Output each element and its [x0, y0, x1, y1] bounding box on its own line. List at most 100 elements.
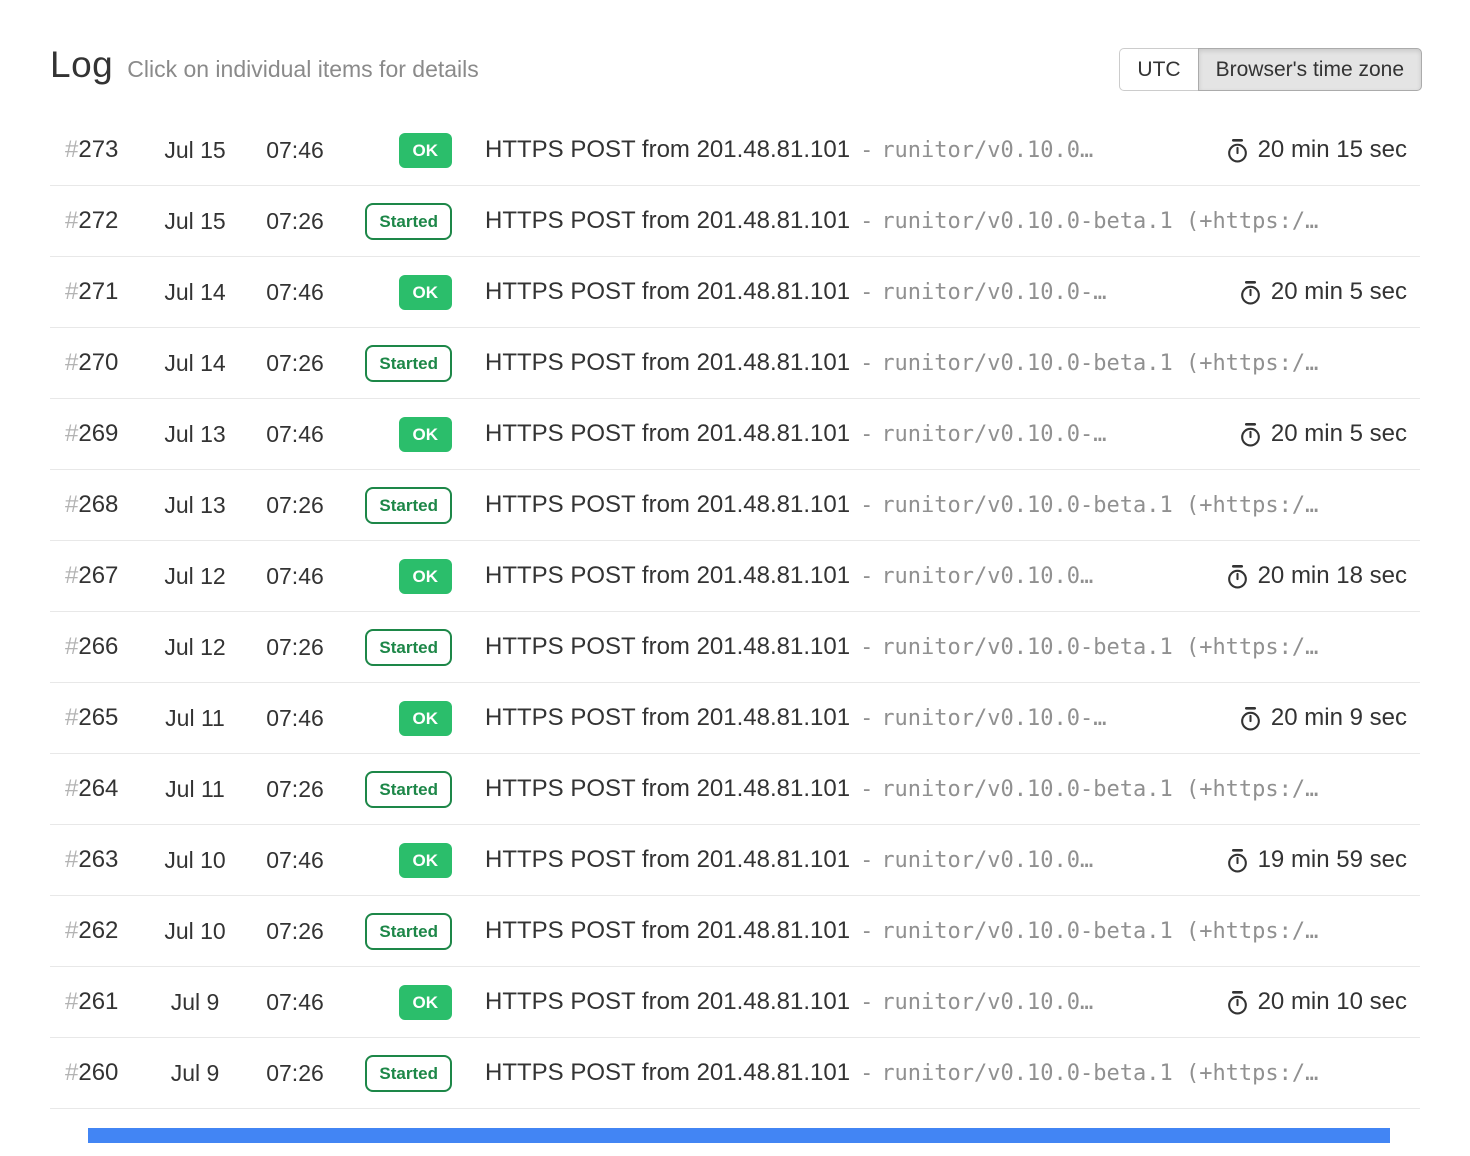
- user-agent-text: runitor/v0.10.0-beta.1 (+https:/…: [881, 777, 1318, 802]
- stopwatch-icon: [1225, 138, 1250, 163]
- request-summary: HTTPS POST from 201.48.81.101: [485, 562, 850, 589]
- log-row[interactable]: #271 Jul 14 07:46 OK HTTPS POST from 201…: [50, 257, 1420, 328]
- event-time: 07:46: [245, 279, 345, 306]
- hash-prefix: #: [65, 917, 78, 944]
- event-time: 07:46: [245, 989, 345, 1016]
- event-date: Jul 12: [145, 563, 245, 590]
- log-row[interactable]: #260 Jul 9 07:26 Started HTTPS POST from…: [50, 1038, 1420, 1109]
- user-agent-text: runitor/v0.10.0…: [881, 990, 1093, 1015]
- event-description: HTTPS POST from 201.48.81.101-runitor/v0…: [452, 420, 1228, 448]
- stopwatch-icon: [1225, 564, 1250, 589]
- request-summary: HTTPS POST from 201.48.81.101: [485, 1059, 850, 1086]
- log-row[interactable]: #261 Jul 9 07:46 OK HTTPS POST from 201.…: [50, 967, 1420, 1038]
- hash-prefix: #: [65, 775, 78, 802]
- log-row[interactable]: #266 Jul 12 07:26 Started HTTPS POST fro…: [50, 612, 1420, 683]
- event-duration: 20 min 15 sec: [1215, 136, 1420, 164]
- status-badge-cell: OK: [345, 559, 452, 594]
- separator-dash: -: [860, 422, 873, 447]
- duration-text: 20 min 9 sec: [1271, 704, 1407, 732]
- status-badge-cell: OK: [345, 843, 452, 878]
- status-badge: Started: [365, 629, 452, 666]
- event-date: Jul 15: [145, 137, 245, 164]
- request-summary: HTTPS POST from 201.48.81.101: [485, 136, 850, 163]
- hash-prefix: #: [65, 278, 78, 305]
- event-time: 07:26: [245, 1060, 345, 1087]
- separator-dash: -: [860, 351, 873, 376]
- separator-dash: -: [860, 848, 873, 873]
- separator-dash: -: [860, 564, 873, 589]
- request-summary: HTTPS POST from 201.48.81.101: [485, 917, 850, 944]
- log-row[interactable]: #273 Jul 15 07:46 OK HTTPS POST from 201…: [50, 115, 1420, 186]
- event-duration: 20 min 18 sec: [1215, 562, 1420, 590]
- duration-text: 20 min 5 sec: [1271, 420, 1407, 448]
- user-agent-text: runitor/v0.10.0…: [881, 138, 1093, 163]
- page-subtitle: Click on individual items for details: [127, 56, 479, 83]
- hash-prefix: #: [65, 988, 78, 1015]
- check-number: #260: [50, 1059, 145, 1087]
- request-summary: HTTPS POST from 201.48.81.101: [485, 775, 850, 802]
- status-badge: Started: [365, 203, 452, 240]
- status-badge: Started: [365, 487, 452, 524]
- separator-dash: -: [860, 138, 873, 163]
- status-badge-cell: Started: [345, 487, 452, 524]
- user-agent-text: runitor/v0.10.0-beta.1 (+https:/…: [881, 635, 1318, 660]
- check-number: #270: [50, 349, 145, 377]
- user-agent-text: runitor/v0.10.0-…: [881, 422, 1106, 447]
- check-number: #261: [50, 988, 145, 1016]
- request-summary: HTTPS POST from 201.48.81.101: [485, 633, 850, 660]
- event-date: Jul 14: [145, 279, 245, 306]
- event-time: 07:46: [245, 421, 345, 448]
- separator-dash: -: [860, 1061, 873, 1086]
- check-number-value: 268: [78, 491, 118, 518]
- bottom-blue-bar: [88, 1128, 1390, 1143]
- check-number: #273: [50, 136, 145, 164]
- event-date: Jul 9: [145, 989, 245, 1016]
- log-row[interactable]: #269 Jul 13 07:46 OK HTTPS POST from 201…: [50, 399, 1420, 470]
- event-description: HTTPS POST from 201.48.81.101-runitor/v0…: [452, 207, 1420, 235]
- title-block: Log Click on individual items for detail…: [50, 44, 479, 86]
- separator-dash: -: [860, 280, 873, 305]
- hash-prefix: #: [65, 704, 78, 731]
- status-badge: OK: [399, 559, 453, 594]
- browser-timezone-button[interactable]: Browser's time zone: [1198, 48, 1422, 91]
- check-number: #266: [50, 633, 145, 661]
- event-description: HTTPS POST from 201.48.81.101-runitor/v0…: [452, 136, 1215, 164]
- check-number-value: 260: [78, 1059, 118, 1086]
- utc-button[interactable]: UTC: [1119, 48, 1197, 91]
- duration-text: 20 min 18 sec: [1258, 562, 1407, 590]
- log-row[interactable]: #264 Jul 11 07:26 Started HTTPS POST fro…: [50, 754, 1420, 825]
- hash-prefix: #: [65, 349, 78, 376]
- stopwatch-icon: [1225, 848, 1250, 873]
- hash-prefix: #: [65, 491, 78, 518]
- check-number: #268: [50, 491, 145, 519]
- event-duration: 20 min 9 sec: [1228, 704, 1420, 732]
- log-row[interactable]: #268 Jul 13 07:26 Started HTTPS POST fro…: [50, 470, 1420, 541]
- status-badge-cell: OK: [345, 417, 452, 452]
- status-badge: OK: [399, 701, 453, 736]
- user-agent-text: runitor/v0.10.0-beta.1 (+https:/…: [881, 493, 1318, 518]
- event-duration: 20 min 10 sec: [1215, 988, 1420, 1016]
- event-time: 07:26: [245, 918, 345, 945]
- check-number-value: 265: [78, 704, 118, 731]
- check-number: #267: [50, 562, 145, 590]
- duration-text: 20 min 10 sec: [1258, 988, 1407, 1016]
- check-number: #272: [50, 207, 145, 235]
- duration-text: 19 min 59 sec: [1258, 846, 1407, 874]
- log-row[interactable]: #267 Jul 12 07:46 OK HTTPS POST from 201…: [50, 541, 1420, 612]
- log-row[interactable]: #262 Jul 10 07:26 Started HTTPS POST fro…: [50, 896, 1420, 967]
- event-date: Jul 13: [145, 492, 245, 519]
- event-time: 07:46: [245, 137, 345, 164]
- log-row[interactable]: #263 Jul 10 07:46 OK HTTPS POST from 201…: [50, 825, 1420, 896]
- status-badge-cell: OK: [345, 701, 452, 736]
- event-description: HTTPS POST from 201.48.81.101-runitor/v0…: [452, 562, 1215, 590]
- log-row[interactable]: #272 Jul 15 07:26 Started HTTPS POST fro…: [50, 186, 1420, 257]
- status-badge: Started: [365, 345, 452, 382]
- request-summary: HTTPS POST from 201.48.81.101: [485, 491, 850, 518]
- duration-text: 20 min 5 sec: [1271, 278, 1407, 306]
- log-row[interactable]: #270 Jul 14 07:26 Started HTTPS POST fro…: [50, 328, 1420, 399]
- log-row[interactable]: #265 Jul 11 07:46 OK HTTPS POST from 201…: [50, 683, 1420, 754]
- user-agent-text: runitor/v0.10.0-beta.1 (+https:/…: [881, 351, 1318, 376]
- event-description: HTTPS POST from 201.48.81.101-runitor/v0…: [452, 278, 1228, 306]
- event-description: HTTPS POST from 201.48.81.101-runitor/v0…: [452, 775, 1420, 803]
- check-number: #262: [50, 917, 145, 945]
